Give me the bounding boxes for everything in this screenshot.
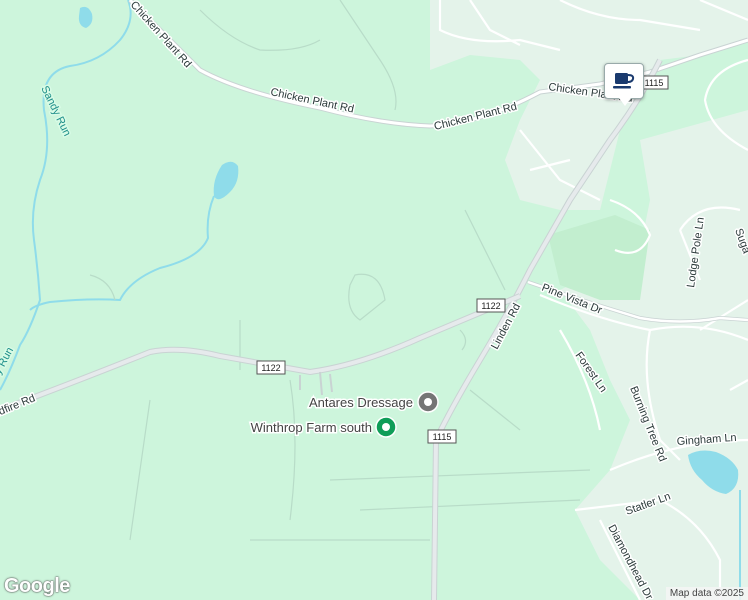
google-logo: Google	[4, 575, 70, 597]
coffee-cup-icon	[613, 73, 635, 89]
svg-text:1122: 1122	[481, 301, 500, 311]
coffee-shop-marker[interactable]	[604, 63, 644, 106]
route-shield-1122-south: 1122	[256, 360, 286, 375]
route-shield-1115-north: 1115	[639, 75, 669, 90]
svg-text:1115: 1115	[433, 432, 452, 442]
poi-antares-label: Antares Dressage	[309, 395, 413, 410]
route-shield-1115-south: 1115	[427, 429, 457, 444]
poi-winthrop-label: Winthrop Farm south	[251, 420, 372, 435]
svg-text:1115: 1115	[645, 78, 664, 88]
route-shield-1122-north: 1122	[476, 298, 506, 313]
map-attribution[interactable]: Map data ©2025	[665, 587, 748, 600]
svg-text:1122: 1122	[261, 363, 280, 373]
